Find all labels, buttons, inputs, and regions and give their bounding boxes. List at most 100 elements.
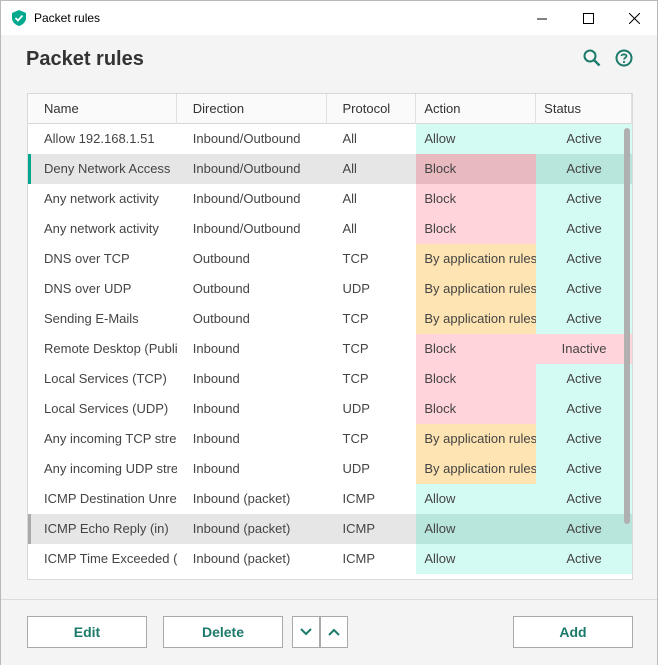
page-title: Packet rules [26,47,144,70]
rule-status-cell: Active [536,274,632,304]
table-row[interactable]: DNS over TCP Outbound TCP By application ru… [28,244,632,274]
table-row[interactable]: ICMP Destination Unre... Inbound (packet)… [28,484,632,514]
rule-name-cell: Sending E-Mails [44,311,139,326]
table-row[interactable]: DNS over UDP Outbound UDP By application ru… [28,274,632,304]
title-bar: Packet rules [1,1,657,35]
rule-status-cell: Active [536,214,632,244]
rule-name-cell: ICMP Echo Reply (in) [44,521,169,536]
rule-direction-cell: Inbound (packet) [192,491,291,506]
column-header-protocol[interactable]: Protocol [327,94,417,124]
rule-status-cell: Active [536,424,632,454]
rule-direction-cell: Inbound [192,341,240,356]
rule-name-cell: Remote Desktop (Publi... [44,341,177,356]
rule-action-cell: By application rules [416,424,537,454]
rule-direction-cell: Inbound [192,371,240,386]
search-icon[interactable] [583,49,601,67]
table-row[interactable]: Any network activity Inbound/Outbound All B… [28,184,632,214]
packet-rules-window: Packet rules Packet rules Name Direction… [0,0,658,665]
rule-action-cell: By application rules [416,454,537,484]
edit-button[interactable]: Edit [27,616,147,648]
close-button[interactable] [611,1,657,35]
table-row[interactable]: Any incoming UDP stre... Inbound UDP By app… [28,454,632,484]
column-header-direction[interactable]: Direction [177,94,327,124]
rule-protocol-cell: All [342,161,357,176]
rule-protocol-cell: UDP [342,461,370,476]
table-row[interactable]: ICMP Time Exceeded (in) Inbound (packet) I… [28,544,632,574]
rule-protocol-cell: ICMP [342,551,376,566]
rule-protocol-cell: TCP [342,431,369,446]
table-row[interactable]: Any network activity Inbound/Outbound All B… [28,214,632,244]
rule-action-cell: Block [416,334,537,364]
move-down-button[interactable] [292,616,320,648]
rule-name-cell: Local Services (UDP) [44,401,169,416]
maximize-icon [582,12,594,24]
rule-protocol-cell: ICMP [342,491,376,506]
rule-action-cell: Block [416,394,537,424]
minimize-button[interactable] [519,1,565,35]
rule-status-cell: Active [536,154,632,184]
table-row[interactable]: ICMP Echo Reply (in) Inbound (packet) ICMP… [28,514,632,544]
rule-protocol-cell: TCP [342,371,369,386]
rule-action-cell: Block [416,214,537,244]
rule-status-cell: Active [536,544,632,574]
rule-name-cell: ICMP Time Exceeded (in) [44,551,177,566]
page-header: Packet rules [1,35,657,83]
minimize-icon [536,18,547,19]
table-row[interactable]: Remote Desktop (Publi... Inbound TCP Block I… [28,334,632,364]
rule-name-cell: Any incoming UDP stre... [44,461,177,476]
table-row[interactable]: Deny Network Access Inbound/Outbound All Bl… [28,154,632,184]
rule-protocol-cell: All [342,191,357,206]
column-header-status[interactable]: Status [536,94,632,124]
rule-direction-cell: Outbound [192,251,250,266]
move-up-button[interactable] [320,616,348,648]
rules-table: Name Direction Protocol Action Status Al… [27,93,633,580]
rule-status-cell: Active [536,454,632,484]
scrollbar-thumb[interactable] [624,128,630,524]
rule-status-cell: Active [536,394,632,424]
rule-status-cell: Active [536,304,632,334]
rule-name-cell: DNS over TCP [44,251,130,266]
rule-direction-cell: Inbound [192,401,240,416]
rule-action-cell: By application rules [416,244,537,274]
maximize-button[interactable] [565,1,611,35]
table-body: Allow 192.168.1.51 Inbound/Outbound All All… [28,124,632,574]
column-header-name[interactable]: Name [28,94,177,124]
rule-status-cell: Active [536,364,632,394]
window-title: Packet rules [34,11,101,25]
add-button[interactable]: Add [513,616,633,648]
rule-protocol-cell: TCP [342,311,369,326]
rule-direction-cell: Inbound/Outbound [192,221,301,236]
close-icon [628,12,640,24]
rule-direction-cell: Inbound [192,431,240,446]
rule-status-cell: Active [536,514,632,544]
rule-protocol-cell: UDP [342,281,370,296]
rule-action-cell: By application rules [416,304,537,334]
rule-status-cell: Active [536,244,632,274]
rule-name-cell: Local Services (TCP) [44,371,167,386]
table-row[interactable]: Allow 192.168.1.51 Inbound/Outbound All All… [28,124,632,154]
table-row[interactable]: Any incoming TCP stre... Inbound TCP By app… [28,424,632,454]
help-icon[interactable] [615,49,633,67]
rule-protocol-cell: TCP [342,341,369,356]
column-header-action[interactable]: Action [416,94,537,124]
rule-name-cell: Any network activity [44,221,159,236]
rule-direction-cell: Inbound (packet) [192,551,291,566]
delete-button[interactable]: Delete [163,616,283,648]
rule-direction-cell: Outbound [192,281,250,296]
rule-name-cell: Any incoming TCP stre... [44,431,177,446]
shield-icon [12,10,26,26]
rule-direction-cell: Outbound [192,311,250,326]
table-row[interactable]: Local Services (UDP) Inbound UDP Block Activ… [28,394,632,424]
rule-protocol-cell: All [342,221,357,236]
rule-action-cell: By application rules [416,274,537,304]
table-row[interactable]: Sending E-Mails Outbound TCP By application… [28,304,632,334]
rule-name-cell: Allow 192.168.1.51 [44,131,155,146]
rule-action-cell: Allow [416,544,537,574]
rule-direction-cell: Inbound/Outbound [192,191,301,206]
rule-direction-cell: Inbound (packet) [192,521,291,536]
rule-name-cell: Any network activity [44,191,159,206]
rule-action-cell: Block [416,364,537,394]
rule-status-cell: Active [536,124,632,154]
rule-action-cell: Allow [416,124,537,154]
table-row[interactable]: Local Services (TCP) Inbound TCP Block Activ… [28,364,632,394]
